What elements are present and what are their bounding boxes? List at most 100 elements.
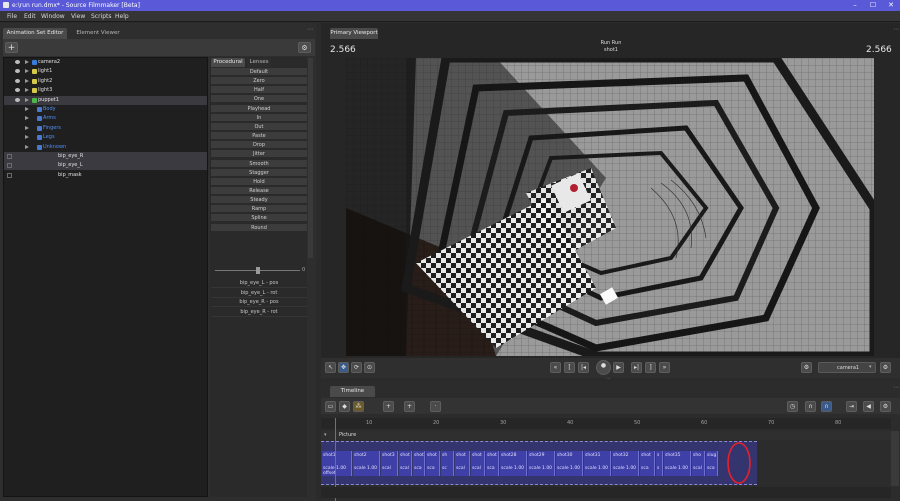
shot-clip[interactable]: shot28 scale 1.00 <box>500 451 527 476</box>
procedural-playhead-button[interactable]: Playhead <box>211 104 307 113</box>
record-icon[interactable]: ● <box>596 360 611 375</box>
move-tool-icon[interactable]: ✥ <box>338 362 349 373</box>
tab-primary-viewport[interactable]: Primary Viewport <box>330 28 378 39</box>
frame-all-icon[interactable]: ⇥ <box>846 401 857 412</box>
close-icon[interactable]: ✕ <box>882 0 900 11</box>
shot-clip[interactable]: shot sca <box>426 451 440 476</box>
chevron-down-icon[interactable]: ▾ <box>324 432 327 438</box>
procedural-stagger-button[interactable]: Stagger <box>211 168 307 177</box>
expand-arrow-icon[interactable] <box>25 78 29 83</box>
shot-clip[interactable]: shot sca <box>413 451 425 476</box>
timeline-scrollbar[interactable] <box>891 431 899 486</box>
channel-item[interactable]: bip_eye_L - pos <box>211 279 307 288</box>
next-keyframe-icon[interactable]: ] <box>645 362 656 373</box>
shot-clip[interactable]: shot scal <box>455 451 470 476</box>
shot-clip[interactable]: shot29 scale 1.00 <box>528 451 555 476</box>
channel-item[interactable]: bip_eye_R - pos <box>211 298 307 307</box>
fast-forward-icon[interactable]: » <box>659 362 670 373</box>
tab-timeline[interactable]: Timeline <box>330 386 375 397</box>
expand-arrow-icon[interactable] <box>25 107 29 111</box>
shot-clip[interactable]: shot1 scale 1.00 offset <box>322 451 352 476</box>
rotate-tool-icon[interactable]: ⟳ <box>351 362 362 373</box>
procedural-default-button[interactable]: Default <box>211 68 307 76</box>
viewport-options-gear-icon[interactable]: ⚙ <box>880 362 891 373</box>
shot-clip[interactable]: shot30 scale 1.00 <box>556 451 583 476</box>
tree-row[interactable]: light3 <box>4 86 207 95</box>
tab-lenses[interactable]: Lenses <box>247 58 271 67</box>
clip-editor-icon[interactable]: ▭ <box>325 401 336 412</box>
expand-arrow-icon[interactable] <box>25 144 29 149</box>
expand-arrow-icon[interactable] <box>25 125 29 130</box>
tree-row[interactable]: light1 <box>4 67 207 76</box>
expand-arrow-icon[interactable] <box>25 135 29 140</box>
tree-row[interactable]: camera2 <box>4 58 207 67</box>
tab-procedural[interactable]: Procedural <box>211 58 245 67</box>
procedural-zero-button[interactable]: Zero <box>211 77 307 86</box>
expand-arrow-icon[interactable] <box>25 97 29 102</box>
tree-row[interactable]: Arms <box>4 114 207 123</box>
shot-clip[interactable]: shot2 scale 1.00 <box>353 451 380 476</box>
maximize-icon[interactable]: ☐ <box>864 0 882 11</box>
menu-view[interactable]: View <box>71 13 85 20</box>
procedural-round-button[interactable]: Round <box>211 223 307 232</box>
expand-arrow-icon[interactable] <box>25 69 29 74</box>
timeline-options-gear-icon[interactable]: ⚙ <box>880 401 891 412</box>
procedural-in-button[interactable]: In <box>211 113 307 122</box>
tree-row[interactable]: Body <box>4 105 207 114</box>
tree-row[interactable]: bip_mask <box>4 171 207 180</box>
channel-item[interactable]: bip_eye_L - rot <box>211 289 307 298</box>
shot-clip[interactable]: sh sc <box>441 451 454 476</box>
shot-clip[interactable]: shot3 scal <box>381 451 398 476</box>
procedural-steady-button[interactable]: Steady <box>211 196 307 205</box>
timeline-tool-icon[interactable]: · <box>430 401 441 412</box>
visibility-eye-icon[interactable] <box>15 78 20 83</box>
viewport-menu-icon[interactable]: ⋯ <box>893 26 899 33</box>
shot-clip[interactable]: ss <box>656 451 663 476</box>
add-icon[interactable]: + <box>5 42 18 53</box>
shot-clip[interactable]: shot35 scale 1.00 <box>664 451 691 476</box>
procedural-scrollbar[interactable] <box>308 58 313 258</box>
shot-clip[interactable]: shot scal <box>399 451 412 476</box>
visibility-eye-icon[interactable] <box>15 60 20 64</box>
channel-item[interactable]: bip_eye_R - rot <box>211 308 307 317</box>
procedural-paste-button[interactable]: Paste <box>211 132 307 141</box>
add-track-icon[interactable]: + <box>404 401 415 412</box>
audio-icon[interactable]: ◀ <box>863 401 874 412</box>
tree-row[interactable]: Unknown <box>4 143 207 152</box>
select-tool-icon[interactable]: ↖ <box>325 362 336 373</box>
procedural-drop-button[interactable]: Drop <box>211 141 307 150</box>
rewind-icon[interactable]: « <box>550 362 561 373</box>
procedural-out-button[interactable]: Out <box>211 122 307 131</box>
menu-help[interactable]: Help <box>115 13 129 20</box>
timeline-menu-icon[interactable]: ⋯ <box>893 384 899 391</box>
procedural-release-button[interactable]: Release <box>211 186 307 195</box>
tree-row[interactable]: bip_eye_R <box>4 152 207 161</box>
procedural-one-button[interactable]: One <box>211 95 307 104</box>
procedural-half-button[interactable]: Half <box>211 86 307 95</box>
motion-editor-icon[interactable]: ◆ <box>339 401 350 412</box>
expand-arrow-icon[interactable] <box>25 116 29 121</box>
shot-clip[interactable]: shot sca <box>640 451 655 476</box>
step-back-icon[interactable]: |◂ <box>578 362 589 373</box>
tree-row[interactable]: puppet1 <box>4 95 207 105</box>
procedural-slider-handle[interactable] <box>256 267 260 274</box>
viewport-render[interactable] <box>346 58 874 356</box>
snap-frame-icon[interactable]: ∩ <box>821 401 832 412</box>
tree-row[interactable]: bip_eye_L <box>4 161 207 171</box>
play-icon[interactable]: ▶ <box>613 362 624 373</box>
tab-element-viewer[interactable]: Element Viewer <box>70 28 126 39</box>
lock-view-icon[interactable]: ◷ <box>787 401 798 412</box>
procedural-smooth-button[interactable]: Smooth <box>211 159 307 168</box>
step-forward-icon[interactable]: ▸| <box>631 362 642 373</box>
shot-clip[interactable]: shot sca <box>486 451 499 476</box>
minimize-icon[interactable]: – <box>846 0 864 11</box>
procedural-spline-button[interactable]: Spline <box>211 214 307 223</box>
shot-clip[interactable]: shot31 scale 1.00 <box>584 451 611 476</box>
menu-scripts[interactable]: Scripts <box>91 13 112 20</box>
row-checkbox[interactable] <box>7 163 12 169</box>
procedural-jitter-button[interactable]: Jitter <box>211 150 307 159</box>
shot-clip[interactable]: slug sca <box>706 451 718 476</box>
visibility-eye-icon[interactable] <box>15 69 20 74</box>
menu-file[interactable]: File <box>7 13 17 20</box>
menu-window[interactable]: Window <box>41 13 65 20</box>
